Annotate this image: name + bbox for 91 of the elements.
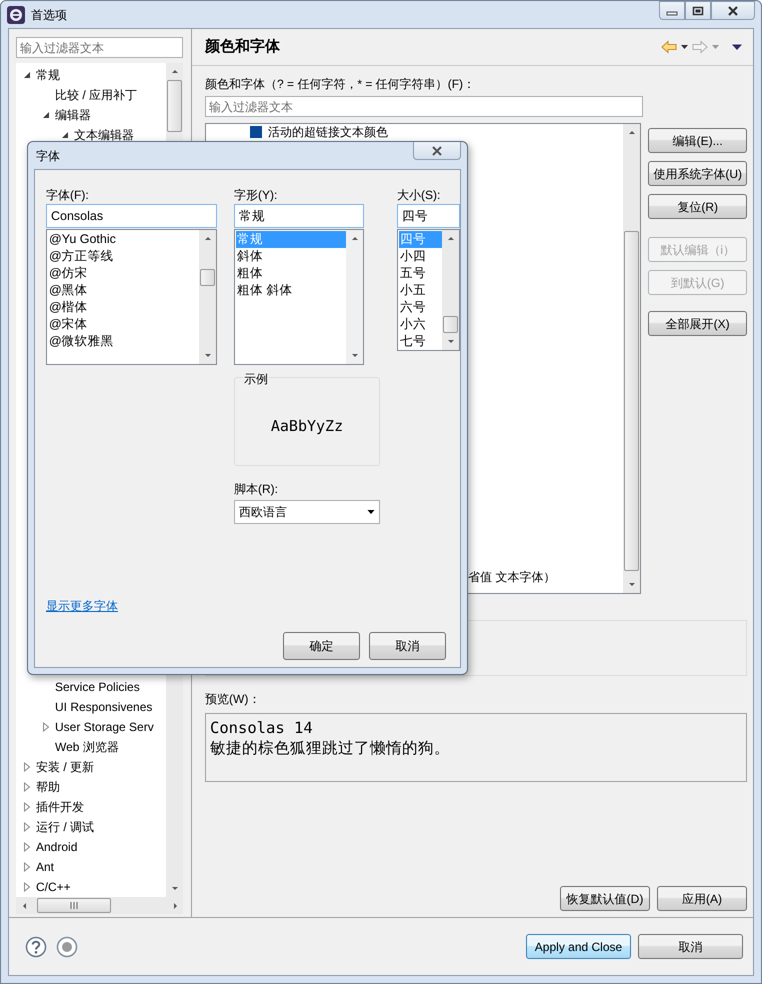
window-title: 首选项: [31, 6, 67, 24]
tree-item[interactable]: 常规: [16, 65, 166, 85]
style-field[interactable]: 常规: [234, 204, 364, 228]
tree-item[interactable]: 运行 / 调试: [16, 817, 166, 837]
tree-item[interactable]: 帮助: [16, 777, 166, 797]
filter-field[interactable]: 输入过滤器文本: [205, 96, 643, 117]
script-dropdown[interactable]: 西欧语言: [234, 500, 380, 524]
collapsed-arrow-icon[interactable]: [23, 882, 31, 892]
list-option[interactable]: 小五: [399, 282, 441, 299]
caret-icon: [367, 509, 375, 515]
expanded-arrow-icon[interactable]: [23, 71, 31, 79]
tree-item[interactable]: Ant: [16, 857, 166, 877]
preview-text: 敏捷的棕色狐狸跳过了懒惰的狗。: [210, 738, 451, 758]
view-menu-icon[interactable]: [731, 43, 743, 51]
list-option[interactable]: 粗体 斜体: [236, 282, 345, 299]
list-option[interactable]: @黑体: [48, 282, 198, 299]
collapsed-arrow-icon[interactable]: [23, 802, 31, 812]
tree-item[interactable]: 比较 / 应用补丁: [16, 85, 166, 105]
maximize-button[interactable]: [685, 1, 711, 20]
tree-item[interactable]: Service Policies: [16, 677, 166, 697]
help-icon[interactable]: [25, 936, 47, 958]
side-button[interactable]: 复位(R): [648, 194, 747, 219]
filter-label: 颜色和字体（? = 任何字符，* = 任何字符串）(F)：: [205, 76, 476, 93]
action-button[interactable]: 恢复默认值(D): [560, 886, 650, 911]
dialog-button[interactable]: 确定: [283, 632, 360, 660]
dialog-title: 字体: [36, 148, 60, 164]
list-item[interactable]: 省值 文本字体）: [468, 568, 556, 586]
action-button[interactable]: 应用(A): [657, 886, 747, 911]
footer-button[interactable]: Apply and Close: [526, 934, 631, 959]
expanded-arrow-icon[interactable]: [61, 131, 69, 139]
collapsed-arrow-icon[interactable]: [23, 782, 31, 792]
dialog-button[interactable]: 取消: [369, 632, 446, 660]
collapsed-arrow-icon[interactable]: [23, 822, 31, 832]
side-button[interactable]: 使用系统字体(U): [648, 161, 747, 186]
list-option[interactable]: 小六: [399, 316, 441, 333]
tree-item[interactable]: 文本编辑器: [16, 125, 166, 145]
close-icon: [726, 6, 740, 16]
list-option[interactable]: @Yu Gothic: [48, 231, 198, 248]
grip-icon: [70, 902, 78, 909]
font-field[interactable]: Consolas: [46, 204, 217, 228]
list-option[interactable]: 七号: [399, 333, 441, 350]
more-fonts-link[interactable]: 显示更多字体: [46, 597, 118, 615]
field-label: 脚本(R):: [234, 481, 279, 498]
close-button[interactable]: [413, 142, 461, 160]
footer-button[interactable]: 取消: [638, 934, 743, 959]
list-option[interactable]: 小四: [399, 248, 441, 265]
size-field[interactable]: 四号: [397, 204, 460, 228]
list-option[interactable]: 五号: [399, 265, 441, 282]
tree-item[interactable]: Web 浏览器: [16, 737, 166, 757]
list-option[interactable]: 粗体: [236, 265, 345, 282]
tree-item[interactable]: 编辑器: [16, 105, 166, 125]
list-option[interactable]: @微软雅黑: [48, 333, 198, 350]
tree-item[interactable]: UI Responsivenes: [16, 697, 166, 717]
side-button[interactable]: 编辑(E)...: [648, 128, 747, 153]
list-option[interactable]: @仿宋: [48, 265, 198, 282]
collapsed-arrow-icon[interactable]: [23, 842, 31, 852]
side-button[interactable]: 全部展开(X): [648, 311, 747, 336]
expanded-arrow-icon[interactable]: [42, 111, 50, 119]
tree-item[interactable]: User Storage Serv: [16, 717, 166, 737]
scrollbar-thumb[interactable]: [443, 316, 458, 333]
preview-text: Consolas 14: [210, 718, 314, 738]
close-button[interactable]: [711, 1, 755, 20]
close-icon: [430, 146, 444, 156]
list-option[interactable]: 六号: [399, 299, 441, 316]
field-label: 大小(S):: [397, 187, 442, 204]
preview-label: 预览(W)：: [205, 691, 262, 708]
record-icon[interactable]: [56, 936, 78, 958]
filter-field[interactable]: 输入过滤器文本: [16, 37, 183, 58]
minimize-button[interactable]: [659, 1, 685, 20]
scrollbar-thumb[interactable]: [624, 231, 640, 571]
dropdown-icon[interactable]: [680, 43, 689, 51]
list-option[interactable]: @宋体: [48, 316, 198, 333]
list-item[interactable]: 活动的超链接文本颜色: [268, 123, 388, 141]
tree-item[interactable]: 安装 / 更新: [16, 757, 166, 777]
maximize-icon: [692, 6, 704, 16]
tree-item[interactable]: 插件开发: [16, 797, 166, 817]
page-title: 颜色和字体: [205, 36, 280, 57]
tree-item[interactable]: C/C++: [16, 877, 166, 897]
list-option[interactable]: @楷体: [48, 299, 198, 316]
scrollbar-thumb[interactable]: [37, 898, 111, 913]
field-label: 字形(Y):: [234, 187, 278, 204]
collapsed-arrow-icon[interactable]: [23, 762, 31, 772]
list-option[interactable]: 斜体: [236, 248, 345, 265]
sample-text: AaBbYyZz: [270, 416, 344, 438]
tree-item[interactable]: Android: [16, 837, 166, 857]
scrollbar-thumb[interactable]: [200, 269, 215, 286]
scrollbar-thumb[interactable]: [167, 80, 182, 132]
collapsed-arrow-icon[interactable]: [23, 862, 31, 872]
list-option[interactable]: @方正等线: [48, 248, 198, 265]
collapsed-arrow-icon[interactable]: [42, 722, 50, 732]
field-label: 字体(F):: [46, 187, 90, 204]
